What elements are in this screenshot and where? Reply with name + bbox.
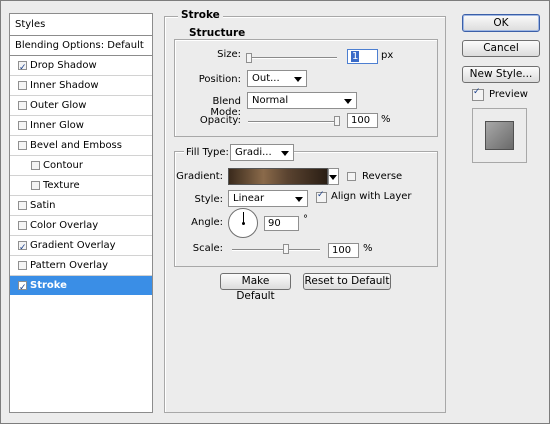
style-checkbox[interactable] bbox=[18, 81, 27, 90]
size-slider-track[interactable] bbox=[248, 57, 337, 59]
ok-button[interactable]: OK bbox=[462, 14, 540, 32]
opacity-input[interactable]: 100 bbox=[347, 113, 378, 128]
blending-options-item[interactable]: Blending Options: Default bbox=[10, 36, 152, 56]
size-value: 1 bbox=[351, 51, 360, 62]
style-item-label: Gradient Overlay bbox=[30, 240, 116, 251]
style-item-label: Texture bbox=[43, 180, 80, 191]
preview-swatch bbox=[485, 121, 514, 150]
chevron-down-icon bbox=[281, 151, 289, 156]
cancel-button[interactable]: Cancel bbox=[462, 40, 540, 57]
chevron-down-icon bbox=[294, 77, 302, 82]
style-label: Style: bbox=[194, 194, 224, 205]
style-checkbox[interactable] bbox=[18, 221, 27, 230]
style-checkbox[interactable] bbox=[31, 181, 40, 190]
style-item-label: Satin bbox=[30, 200, 56, 211]
gradient-swatch[interactable] bbox=[228, 168, 328, 185]
style-item-label: Stroke bbox=[30, 280, 67, 291]
style-item-inner-glow[interactable]: Inner Glow bbox=[10, 116, 152, 136]
style-item-contour[interactable]: Contour bbox=[10, 156, 152, 176]
preview-checkbox[interactable] bbox=[472, 87, 484, 104]
style-checkbox[interactable] bbox=[18, 239, 27, 258]
style-item-satin[interactable]: Satin bbox=[10, 196, 152, 216]
reverse-checkbox-box[interactable] bbox=[347, 172, 356, 181]
style-item-label: Inner Shadow bbox=[30, 80, 99, 91]
style-value: Linear bbox=[233, 193, 265, 204]
scale-label: Scale: bbox=[192, 243, 223, 254]
chevron-down-icon bbox=[329, 175, 337, 180]
position-select[interactable]: Out... bbox=[247, 70, 307, 87]
gradient-label: Gradient: bbox=[176, 171, 223, 182]
style-item-outer-glow[interactable]: Outer Glow bbox=[10, 96, 152, 116]
style-item-label: Contour bbox=[43, 160, 83, 171]
gradient-dropdown[interactable] bbox=[328, 168, 339, 185]
preview-label: Preview bbox=[489, 89, 528, 100]
angle-input[interactable]: 90 bbox=[264, 216, 299, 231]
chevron-down-icon bbox=[344, 99, 352, 104]
make-default-button[interactable]: Make Default bbox=[220, 273, 291, 302]
style-checkbox[interactable] bbox=[18, 279, 27, 298]
blend-mode-value: Normal bbox=[252, 95, 289, 106]
style-checkbox[interactable] bbox=[18, 201, 27, 210]
fill-type-label: Fill Type: bbox=[184, 147, 231, 158]
size-label: Size: bbox=[217, 49, 241, 60]
angle-unit: ° bbox=[303, 214, 308, 225]
structure-title: Structure bbox=[186, 27, 249, 39]
fill-type-value: Gradi... bbox=[235, 147, 272, 158]
opacity-unit: % bbox=[381, 114, 391, 125]
scale-input[interactable]: 100 bbox=[328, 243, 359, 258]
style-item-label: Drop Shadow bbox=[30, 60, 97, 71]
style-select[interactable]: Linear bbox=[228, 190, 308, 207]
style-item-label: Pattern Overlay bbox=[30, 260, 109, 271]
style-item-gradient-overlay[interactable]: Gradient Overlay bbox=[10, 236, 152, 258]
style-checkbox[interactable] bbox=[18, 59, 27, 78]
stroke-title: Stroke bbox=[178, 9, 223, 21]
style-item-label: Bevel and Emboss bbox=[30, 140, 122, 151]
align-checkbox[interactable] bbox=[316, 190, 327, 206]
scale-slider-thumb[interactable] bbox=[283, 244, 289, 254]
style-item-label: Inner Glow bbox=[30, 120, 84, 131]
scale-slider-track[interactable] bbox=[232, 249, 320, 251]
preview-checkbox-box[interactable] bbox=[472, 87, 484, 101]
opacity-label: Opacity: bbox=[199, 115, 241, 126]
reset-default-button[interactable]: Reset to Default bbox=[303, 273, 391, 290]
size-slider-thumb[interactable] bbox=[246, 53, 252, 63]
style-item-texture[interactable]: Texture bbox=[10, 176, 152, 196]
blend-mode-select[interactable]: Normal bbox=[247, 92, 357, 109]
style-item-label: Color Overlay bbox=[30, 220, 99, 231]
style-checkbox[interactable] bbox=[18, 261, 27, 270]
style-checkbox[interactable] bbox=[18, 141, 27, 150]
style-item-inner-shadow[interactable]: Inner Shadow bbox=[10, 76, 152, 96]
style-item-color-overlay[interactable]: Color Overlay bbox=[10, 216, 152, 236]
angle-label: Angle: bbox=[191, 217, 223, 228]
fill-type-select[interactable]: Gradi... bbox=[230, 144, 294, 161]
align-checkbox-box[interactable] bbox=[316, 190, 327, 203]
align-label: Align with Layer bbox=[331, 191, 412, 202]
style-item-stroke[interactable]: Stroke bbox=[10, 276, 152, 298]
style-item-bevel-and-emboss[interactable]: Bevel and Emboss bbox=[10, 136, 152, 156]
style-item-label: Outer Glow bbox=[30, 100, 87, 111]
size-unit: px bbox=[381, 50, 394, 61]
reverse-checkbox[interactable] bbox=[347, 172, 356, 184]
position-value: Out... bbox=[252, 73, 280, 84]
style-item-pattern-overlay[interactable]: Pattern Overlay bbox=[10, 256, 152, 276]
reverse-label: Reverse bbox=[362, 171, 403, 182]
opacity-slider-thumb[interactable] bbox=[334, 116, 340, 126]
layer-style-dialog: Styles Blending Options: Default Drop Sh… bbox=[0, 0, 550, 424]
style-checkbox[interactable] bbox=[18, 101, 27, 110]
size-input[interactable]: 1 bbox=[347, 49, 378, 64]
style-checkbox[interactable] bbox=[31, 161, 40, 170]
preview-thumbnail bbox=[472, 108, 527, 163]
angle-center bbox=[242, 222, 245, 225]
styles-list-header[interactable]: Styles bbox=[10, 14, 152, 36]
style-checkbox[interactable] bbox=[18, 121, 27, 130]
new-style-button[interactable]: New Style... bbox=[462, 66, 540, 83]
opacity-slider-track[interactable] bbox=[248, 121, 337, 123]
angle-dial[interactable] bbox=[228, 208, 258, 238]
position-label: Position: bbox=[198, 74, 241, 85]
style-item-drop-shadow[interactable]: Drop Shadow bbox=[10, 56, 152, 78]
style-items: Drop Shadow Inner Shadow Outer Glow Inner G… bbox=[10, 56, 152, 298]
styles-list: Styles Blending Options: Default Drop Sh… bbox=[9, 13, 153, 413]
chevron-down-icon bbox=[295, 197, 303, 202]
scale-unit: % bbox=[363, 243, 373, 254]
